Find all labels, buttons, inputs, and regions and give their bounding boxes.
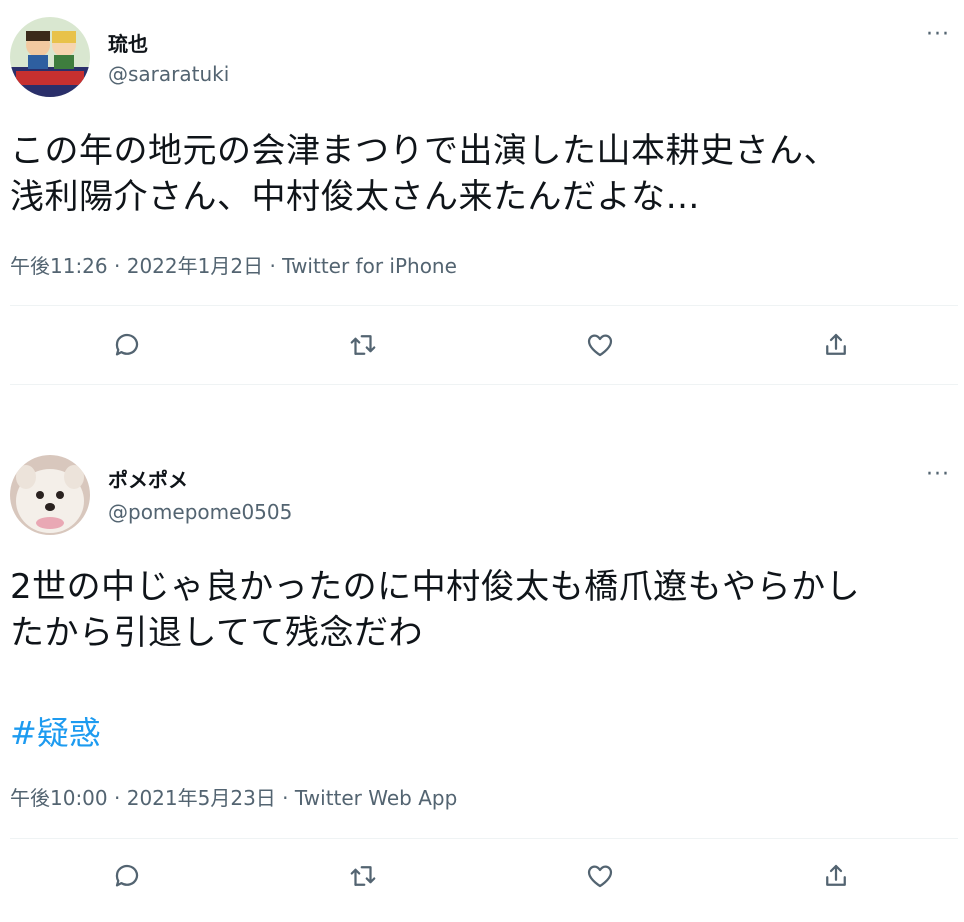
like-icon[interactable] <box>582 858 618 894</box>
tweet-time[interactable]: 午後10:00 <box>10 786 108 810</box>
meta-separator: · <box>282 786 289 810</box>
tweet-2: ポメポメ @pomepome0505 ··· 2世の中じゃ良かったのに中村俊太も… <box>0 440 964 922</box>
divider <box>10 305 958 306</box>
tweet-text-line: 浅利陽介さん、中村俊太さん来たんだよな… <box>10 177 700 217</box>
meta-separator: · <box>114 786 121 810</box>
tweet-text-line: たから引退してて残念だわ <box>10 613 423 653</box>
retweet-icon[interactable] <box>345 858 381 894</box>
tweet-1: 琉也 @sararatuki ··· この年の地元の会津まつりで出演した山本耕史… <box>0 0 964 390</box>
tweet-date[interactable]: 2021年5月23日 <box>127 786 276 810</box>
reply-icon[interactable] <box>109 327 145 363</box>
tweet-source[interactable]: Twitter Web App <box>295 786 457 810</box>
display-name[interactable]: 琉也 <box>108 28 148 57</box>
hashtag-link[interactable]: #疑惑 <box>10 708 101 754</box>
meta-separator: · <box>114 254 121 278</box>
user-handle[interactable]: @sararatuki <box>108 62 229 86</box>
retweet-icon[interactable] <box>345 327 381 363</box>
tweet-text-line: 2世の中じゃ良かったのに中村俊太も橋爪遼もやらかし <box>10 567 861 607</box>
tweet-date[interactable]: 2022年1月2日 <box>127 254 263 278</box>
action-bar <box>0 327 964 367</box>
more-icon[interactable]: ··· <box>926 462 950 487</box>
divider <box>10 384 958 385</box>
divider <box>10 838 958 839</box>
user-handle[interactable]: @pomepome0505 <box>108 500 292 524</box>
like-icon[interactable] <box>582 327 618 363</box>
tweet-source[interactable]: Twitter for iPhone <box>282 254 457 278</box>
avatar[interactable] <box>10 455 90 535</box>
share-icon[interactable] <box>818 858 854 894</box>
tweet-meta: 午後11:26 · 2022年1月2日 · Twitter for iPhone <box>10 250 457 279</box>
meta-separator: · <box>269 254 276 278</box>
action-bar <box>0 858 964 898</box>
display-name[interactable]: ポメポメ <box>108 464 188 493</box>
more-icon[interactable]: ··· <box>926 22 950 47</box>
avatar[interactable] <box>10 17 90 97</box>
tweet-text-line: この年の地元の会津まつりで出演した山本耕史さん、 <box>10 131 838 171</box>
share-icon[interactable] <box>818 327 854 363</box>
tweet-time[interactable]: 午後11:26 <box>10 254 108 278</box>
tweet-text: 2世の中じゃ良かったのに中村俊太も橋爪遼もやらかし たから引退してて残念だわ <box>10 564 955 656</box>
tweet-text: この年の地元の会津まつりで出演した山本耕史さん、 浅利陽介さん、中村俊太さん来た… <box>10 128 955 220</box>
reply-icon[interactable] <box>109 858 145 894</box>
tweet-meta: 午後10:00 · 2021年5月23日 · Twitter Web App <box>10 782 457 811</box>
